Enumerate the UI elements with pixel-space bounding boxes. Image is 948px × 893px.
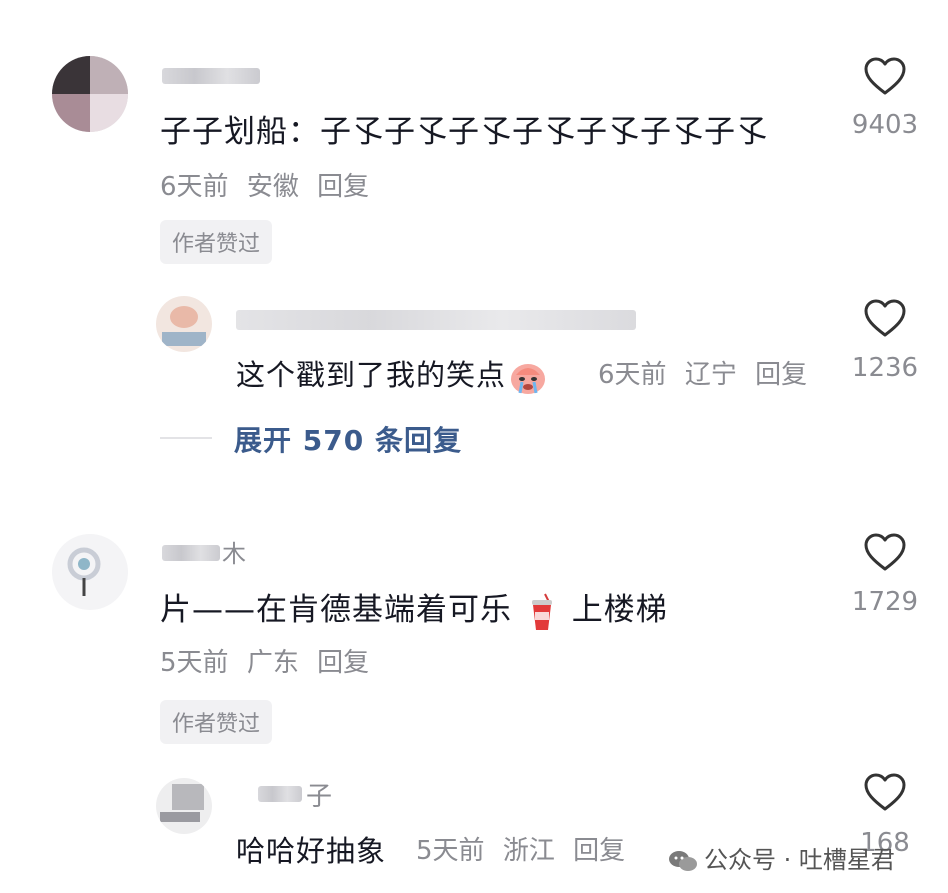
like-count: 9403 — [851, 110, 919, 140]
avatar-image — [67, 547, 101, 596]
username-blurred[interactable] — [162, 68, 260, 84]
reply-text: 哈哈好抽象 — [236, 834, 387, 868]
watermark-text: 公众号 · 吐槽星君 — [704, 846, 895, 874]
comment-text: 子子划船：子孓子孓子孓子孓子孓子孓子孓 — [160, 114, 768, 150]
reply-meta: 6天前 辽宁 回复 — [598, 354, 817, 391]
wechat-icon — [669, 851, 697, 871]
reply-text-content: 这个戳到了我的笑点 — [236, 358, 507, 392]
reply-location: 浙江 — [502, 836, 555, 866]
username-fragment: 木 — [222, 540, 246, 568]
reply-time: 5天前 — [416, 836, 485, 866]
watermark: 公众号 · 吐槽星君 — [668, 840, 895, 875]
heart-icon[interactable] — [863, 56, 907, 96]
reply-button[interactable]: 回复 — [573, 836, 625, 866]
avatar[interactable] — [52, 56, 128, 132]
avatar[interactable] — [156, 296, 212, 352]
reply-text: 这个戳到了我的笑点 — [236, 352, 548, 395]
expand-replies-button[interactable]: 展开 570 条回复 — [234, 419, 462, 459]
reply-button[interactable]: 回复 — [317, 172, 369, 202]
heart-icon[interactable] — [863, 532, 907, 572]
like-count: 1236 — [851, 353, 919, 383]
reply-time: 6天前 — [598, 360, 667, 390]
comment-meta: 6天前 安徽 回复 — [160, 166, 379, 203]
comment-text-part1: 片——在肯德基端着可乐 — [160, 592, 512, 628]
crying-face-icon — [511, 364, 546, 394]
username-blurred[interactable] — [236, 310, 636, 330]
heart-icon[interactable] — [863, 772, 907, 812]
author-liked-badge: 作者赞过 — [160, 700, 273, 744]
comment-location: 安徽 — [246, 172, 299, 202]
reply-button[interactable]: 回复 — [755, 360, 807, 390]
comment-location: 广东 — [246, 648, 299, 678]
avatar[interactable] — [52, 534, 128, 610]
avatar[interactable] — [156, 778, 212, 834]
cola-cup-icon — [531, 593, 552, 630]
like-count: 1729 — [851, 587, 919, 617]
comment-text-part2: 上楼梯 — [571, 592, 668, 628]
reply-location: 辽宁 — [684, 360, 737, 390]
reply-button[interactable]: 回复 — [317, 648, 369, 678]
reply-meta: 5天前 浙江 回复 — [416, 830, 635, 867]
expand-divider — [160, 437, 212, 439]
username-blurred[interactable] — [162, 545, 220, 561]
comment-time: 6天前 — [160, 172, 229, 202]
author-liked-badge: 作者赞过 — [160, 220, 273, 264]
username-fragment: 子 — [306, 782, 333, 812]
heart-icon[interactable] — [863, 298, 907, 338]
comment-text: 片——在肯德基端着可乐 上楼梯 — [160, 584, 668, 632]
comment-meta: 5天前 广东 回复 — [160, 642, 379, 679]
username-blurred[interactable] — [258, 786, 302, 802]
comment-time: 5天前 — [160, 648, 229, 678]
